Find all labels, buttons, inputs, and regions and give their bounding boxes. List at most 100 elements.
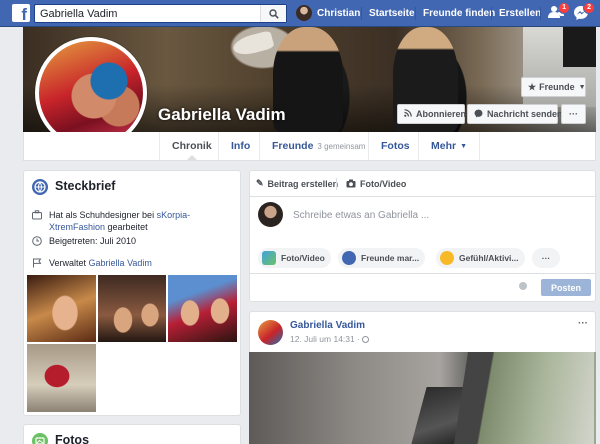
divider bbox=[250, 273, 595, 274]
facebook-logo-icon[interactable]: f bbox=[12, 4, 30, 22]
photos-card-title: Fotos bbox=[55, 433, 90, 444]
tab-fotos[interactable]: Fotos bbox=[368, 132, 422, 160]
nav-link-home[interactable]: Startseite bbox=[369, 8, 415, 19]
joined-info: Beigetreten: Juli 2010 bbox=[32, 235, 232, 247]
chevron-down-icon: ▼ bbox=[578, 83, 586, 91]
tab-label: Mehr bbox=[431, 140, 457, 152]
profile-tabs: Chronik Info Freunde 3 gemeinsam Fotos M… bbox=[23, 132, 596, 161]
post-image[interactable] bbox=[249, 352, 596, 444]
notification-badge: 1 bbox=[558, 2, 570, 14]
post-timestamp[interactable]: 12. Juli um 14:31 · bbox=[290, 334, 370, 344]
nav-link-create[interactable]: Erstellen bbox=[499, 8, 541, 19]
tab-mehr[interactable]: Mehr ▼ bbox=[418, 132, 481, 160]
avatar bbox=[296, 5, 312, 21]
photo-thumbnail[interactable] bbox=[26, 274, 97, 343]
nav-divider bbox=[361, 7, 362, 20]
photo-thumbnail[interactable] bbox=[167, 274, 238, 343]
composer-tag-friends-button[interactable]: Freunde mar... bbox=[338, 248, 426, 268]
tab-freunde[interactable]: Freunde 3 gemeinsam bbox=[259, 132, 377, 160]
manages-prefix: Verwaltet bbox=[49, 258, 87, 268]
tab-label: Chronik bbox=[172, 140, 212, 152]
avatar bbox=[258, 202, 283, 227]
tag-friends-icon bbox=[342, 251, 356, 265]
cover-speaker bbox=[563, 27, 596, 67]
subscribe-button[interactable]: Abonnieren bbox=[397, 104, 467, 124]
search-input[interactable] bbox=[35, 5, 260, 22]
tab-label: Freunde bbox=[272, 140, 314, 152]
photos-card: Fotos bbox=[23, 424, 241, 444]
search-icon bbox=[268, 8, 279, 19]
friends-button[interactable]: ★ Freunde ▼ bbox=[521, 77, 586, 97]
flag-icon bbox=[33, 258, 42, 268]
rss-icon bbox=[404, 109, 412, 119]
cover-shoe bbox=[231, 30, 275, 58]
mutual-friends-count: 3 gemeinsam bbox=[317, 141, 366, 151]
composer-tab-photo-video[interactable]: Foto/Video bbox=[346, 171, 406, 196]
star-icon: ★ bbox=[528, 81, 537, 92]
send-message-button[interactable]: Nachricht senden bbox=[467, 104, 563, 124]
pill-label: Freunde mar... bbox=[361, 253, 420, 263]
avatar[interactable] bbox=[258, 320, 283, 345]
nav-profile-link[interactable]: Christian bbox=[296, 4, 360, 22]
nav-link-find-friends[interactable]: Freunde finden bbox=[423, 8, 495, 19]
composer-tab-create-post[interactable]: ✎ Beitrag erstellen bbox=[256, 171, 338, 196]
work-prefix: Hat als Schuhdesigner bei bbox=[49, 210, 155, 220]
tab-label: Fotos bbox=[381, 140, 410, 152]
nav-user-name: Christian bbox=[317, 7, 361, 19]
more-icon: ··· bbox=[541, 253, 551, 263]
divider bbox=[250, 196, 595, 197]
work-suffix: gearbeitet bbox=[107, 222, 148, 232]
nav-divider bbox=[540, 7, 541, 20]
feeling-icon bbox=[440, 251, 454, 265]
intro-title: Steckbrief bbox=[55, 179, 116, 193]
globe-icon bbox=[32, 179, 48, 195]
photo-icon bbox=[262, 251, 276, 265]
clock-icon bbox=[32, 236, 42, 246]
composer-input[interactable]: Schreibe etwas an Gabriella ... bbox=[293, 210, 429, 221]
work-info: Hat als Schuhdesigner bei sKorpia-XtremF… bbox=[32, 209, 232, 233]
chevron-down-icon: ▼ bbox=[460, 142, 468, 150]
photo-thumbnail[interactable] bbox=[26, 343, 97, 413]
briefcase-icon bbox=[32, 210, 42, 220]
managed-page-link[interactable]: Gabriella Vadim bbox=[89, 258, 152, 268]
joined-date: Beigetreten: Juli 2010 bbox=[49, 236, 137, 246]
post-button[interactable]: Posten bbox=[541, 279, 591, 296]
tab-chronik[interactable]: Chronik bbox=[159, 132, 224, 160]
nav-divider bbox=[491, 7, 492, 20]
divider bbox=[336, 178, 337, 190]
post-menu-button[interactable]: ··· bbox=[578, 318, 588, 329]
tab-label: Info bbox=[231, 140, 251, 152]
messages-button[interactable]: 2 bbox=[573, 2, 595, 21]
tab-info[interactable]: Info bbox=[218, 132, 262, 160]
image-window-view bbox=[454, 352, 594, 444]
more-options-button[interactable]: ··· bbox=[561, 104, 586, 124]
search-button[interactable] bbox=[260, 5, 286, 22]
pill-label: Gefühl/Aktivi... bbox=[459, 253, 519, 263]
friend-requests-button[interactable]: 1 bbox=[548, 2, 570, 21]
composer-tab-label: Foto/Video bbox=[360, 178, 407, 189]
nav-divider bbox=[415, 7, 416, 20]
manages-info: Verwaltet Gabriella Vadim bbox=[32, 257, 232, 269]
composer-feeling-button[interactable]: Gefühl/Aktivi... bbox=[436, 248, 525, 268]
photo-thumbnail[interactable] bbox=[97, 274, 167, 343]
composer-photo-video-button[interactable]: Foto/Video bbox=[258, 248, 331, 268]
camera-icon bbox=[346, 179, 356, 188]
subscribe-button-label: Abonnieren bbox=[416, 109, 467, 119]
intro-card: Steckbrief Hat als Schuhdesigner bei sKo… bbox=[23, 170, 241, 416]
message-icon bbox=[474, 109, 483, 120]
top-navigation-bar: f Christian Startseite Freunde finden Er… bbox=[0, 0, 600, 27]
composer-more-button[interactable]: ··· bbox=[532, 248, 560, 268]
pill-label: Foto/Video bbox=[281, 253, 325, 263]
notification-badge: 2 bbox=[583, 2, 595, 14]
friends-button-label: Freunde bbox=[539, 82, 575, 92]
photos-icon bbox=[32, 433, 48, 444]
search-box bbox=[34, 4, 287, 23]
globe-icon bbox=[362, 336, 370, 343]
post-author[interactable]: Gabriella Vadim bbox=[290, 320, 365, 331]
post-time-text: 12. Juli um 14:31 · bbox=[290, 334, 360, 344]
more-icon: ··· bbox=[569, 109, 578, 119]
privacy-gear-icon[interactable] bbox=[519, 282, 527, 290]
composer-tab-label: Beitrag erstellen bbox=[267, 178, 339, 189]
send-message-label: Nachricht senden bbox=[487, 109, 563, 119]
pencil-icon: ✎ bbox=[256, 178, 264, 188]
